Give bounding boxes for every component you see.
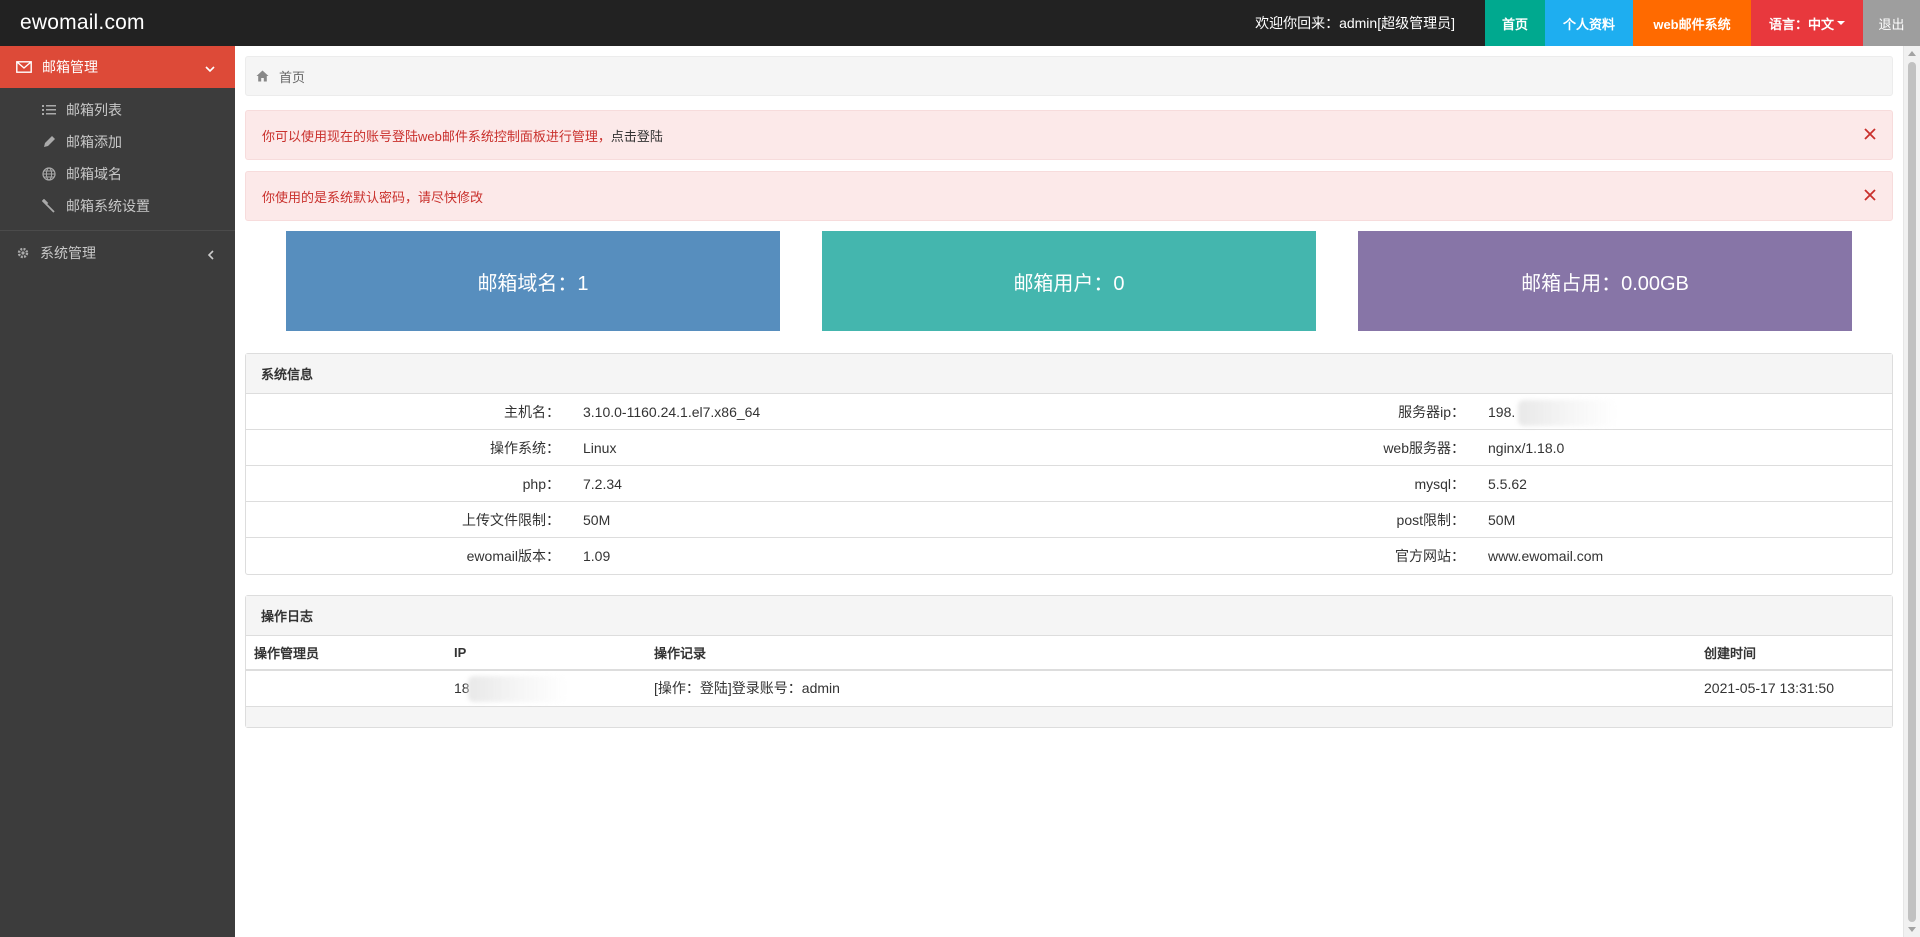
scroll-down-arrow-icon[interactable] — [1908, 927, 1916, 932]
caret-down-icon — [1837, 21, 1845, 25]
alert-text: 你可以使用现在的账号登陆web邮件系统控制面板进行管理， — [262, 128, 611, 144]
pencil-icon — [44, 136, 55, 147]
sidebar-item-mailbox-add[interactable]: 邮箱添加 — [0, 126, 235, 158]
table-row: 18 [操作：登陆]登录账号：admin 2021-05-17 13:31:50 — [246, 670, 1892, 707]
column-header: 操作记录 — [646, 636, 1696, 671]
system-info-panel: 系统信息 主机名： 3.10.0-1160.24.1.el7.x86_64 服务… — [245, 353, 1893, 575]
scroll-up-arrow-icon[interactable] — [1908, 51, 1916, 56]
scroll-thumb[interactable] — [1908, 62, 1916, 922]
table-header-row: 操作管理员 IP 操作记录 创建时间 — [246, 636, 1892, 671]
chevron-left-icon — [207, 247, 215, 263]
info-label: mysql： — [1414, 476, 1465, 492]
nav-webmail-button[interactable]: web邮件系统 — [1633, 0, 1751, 46]
info-label: 操作系统： — [490, 440, 560, 456]
top-navbar: ewomail.com 欢迎你回来：admin[超级管理员] 首页 个人资料 w… — [0, 0, 1920, 46]
redaction-blur — [1518, 400, 1618, 426]
info-label: post限制： — [1396, 512, 1465, 528]
close-icon[interactable] — [1864, 128, 1876, 143]
list-icon — [42, 105, 56, 115]
sidebar-group-label: 系统管理 — [40, 245, 96, 261]
info-label: php： — [522, 476, 560, 492]
info-value: 7.2.34 — [583, 476, 622, 492]
alert-text: 你使用的是系统默认密码，请尽快修改 — [262, 189, 484, 205]
info-value: Linux — [583, 440, 617, 456]
info-label: 服务器ip： — [1398, 404, 1465, 420]
info-label: ewomail版本： — [466, 548, 560, 564]
sidebar-item-mailbox-list[interactable]: 邮箱列表 — [0, 94, 235, 126]
sidebar-group-label: 邮箱管理 — [42, 59, 98, 75]
alert-login-webmail: 你可以使用现在的账号登陆web邮件系统控制面板进行管理， 点击登陆 — [245, 110, 1893, 160]
cell-time: 2021-05-17 13:31:50 — [1696, 670, 1892, 707]
stat-mail-usage: 邮箱占用：0.00GB — [1358, 231, 1852, 331]
info-value: 198. — [1488, 404, 1516, 420]
column-header: 创建时间 — [1696, 636, 1892, 671]
column-header: IP — [446, 636, 646, 671]
sidebar-group-system[interactable]: 系统管理 — [0, 231, 235, 275]
nav-home-button[interactable]: 首页 — [1485, 0, 1545, 46]
cell-record: [操作：登陆]登录账号：admin — [646, 670, 1696, 707]
info-value: 1.09 — [583, 548, 611, 564]
info-row: php： 7.2.34 mysql： 5.5.62 — [246, 466, 1892, 502]
globe-icon — [42, 167, 56, 181]
nav-profile-button[interactable]: 个人资料 — [1545, 0, 1633, 46]
info-label: web服务器： — [1383, 440, 1465, 456]
chevron-down-icon — [205, 60, 215, 76]
info-value: 5.5.62 — [1488, 476, 1527, 492]
operation-log-panel: 操作日志 操作管理员 IP 操作记录 创建时间 18 [操作：登陆]登录账号：a… — [245, 595, 1893, 728]
sidebar-item-label: 邮箱域名 — [66, 166, 122, 182]
panel-footer — [246, 706, 1892, 727]
nav-logout-button[interactable]: 退出 — [1863, 0, 1920, 46]
cell-ip: 18 — [446, 670, 646, 707]
home-icon — [256, 70, 269, 82]
column-header: 操作管理员 — [246, 636, 446, 671]
info-value: nginx/1.18.0 — [1488, 440, 1565, 456]
welcome-text: 欢迎你回来：admin[超级管理员] — [1255, 15, 1455, 31]
sidebar: 邮箱管理 邮箱列表 邮箱添加 邮箱域名 邮箱系统设置 系统管理 — [0, 46, 235, 937]
wrench-icon — [42, 199, 55, 213]
official-site-link[interactable]: www.ewomail.com — [1488, 538, 1603, 574]
sidebar-group-mailbox[interactable]: 邮箱管理 — [0, 46, 235, 88]
stat-mail-users: 邮箱用户：0 — [822, 231, 1316, 331]
info-row: 操作系统： Linux web服务器： nginx/1.18.0 — [246, 430, 1892, 466]
redaction-blur — [468, 676, 568, 702]
sidebar-item-label: 邮箱系统设置 — [66, 198, 150, 214]
info-label: 官方网站： — [1395, 548, 1465, 564]
operation-log-table: 操作管理员 IP 操作记录 创建时间 18 [操作：登陆]登录账号：admin … — [246, 636, 1892, 707]
panel-title: 操作日志 — [246, 596, 1892, 636]
gear-icon — [16, 246, 30, 260]
cell-admin — [246, 670, 446, 707]
login-link[interactable]: 点击登陆 — [611, 126, 663, 145]
sidebar-item-mailbox-domain[interactable]: 邮箱域名 — [0, 158, 235, 190]
sidebar-item-mail-settings[interactable]: 邮箱系统设置 — [0, 190, 235, 222]
vertical-scrollbar[interactable] — [1903, 46, 1920, 937]
close-icon[interactable] — [1864, 189, 1876, 204]
info-label: 上传文件限制： — [462, 512, 560, 528]
info-row: 主机名： 3.10.0-1160.24.1.el7.x86_64 服务器ip： … — [246, 394, 1892, 430]
breadcrumb: 首页 — [245, 56, 1893, 96]
info-value: 50M — [1488, 512, 1516, 528]
envelope-icon — [16, 61, 32, 73]
stat-mail-domains: 邮箱域名：1 — [286, 231, 780, 331]
alert-default-password: 你使用的是系统默认密码，请尽快修改 — [245, 171, 1893, 221]
panel-title: 系统信息 — [246, 354, 1892, 394]
sidebar-item-label: 邮箱添加 — [66, 134, 122, 150]
info-row: ewomail版本： 1.09 官方网站： www.ewomail.com — [246, 538, 1892, 574]
sidebar-item-label: 邮箱列表 — [66, 102, 122, 118]
info-row: 上传文件限制： 50M post限制： 50M — [246, 502, 1892, 538]
breadcrumb-home[interactable]: 首页 — [279, 67, 305, 86]
brand-logo[interactable]: ewomail.com — [0, 11, 300, 35]
info-value: 50M — [583, 512, 611, 528]
nav-language-dropdown[interactable]: 语言：中文 — [1751, 0, 1863, 46]
info-value: 3.10.0-1160.24.1.el7.x86_64 — [583, 404, 761, 420]
stats-row: 邮箱域名：1 邮箱用户：0 邮箱占用：0.00GB — [245, 231, 1893, 331]
info-label: 主机名： — [504, 404, 560, 420]
main-content: 首页 你可以使用现在的账号登陆web邮件系统控制面板进行管理， 点击登陆 你使用的… — [245, 46, 1893, 728]
sidebar-submenu: 邮箱列表 邮箱添加 邮箱域名 邮箱系统设置 — [0, 88, 235, 231]
